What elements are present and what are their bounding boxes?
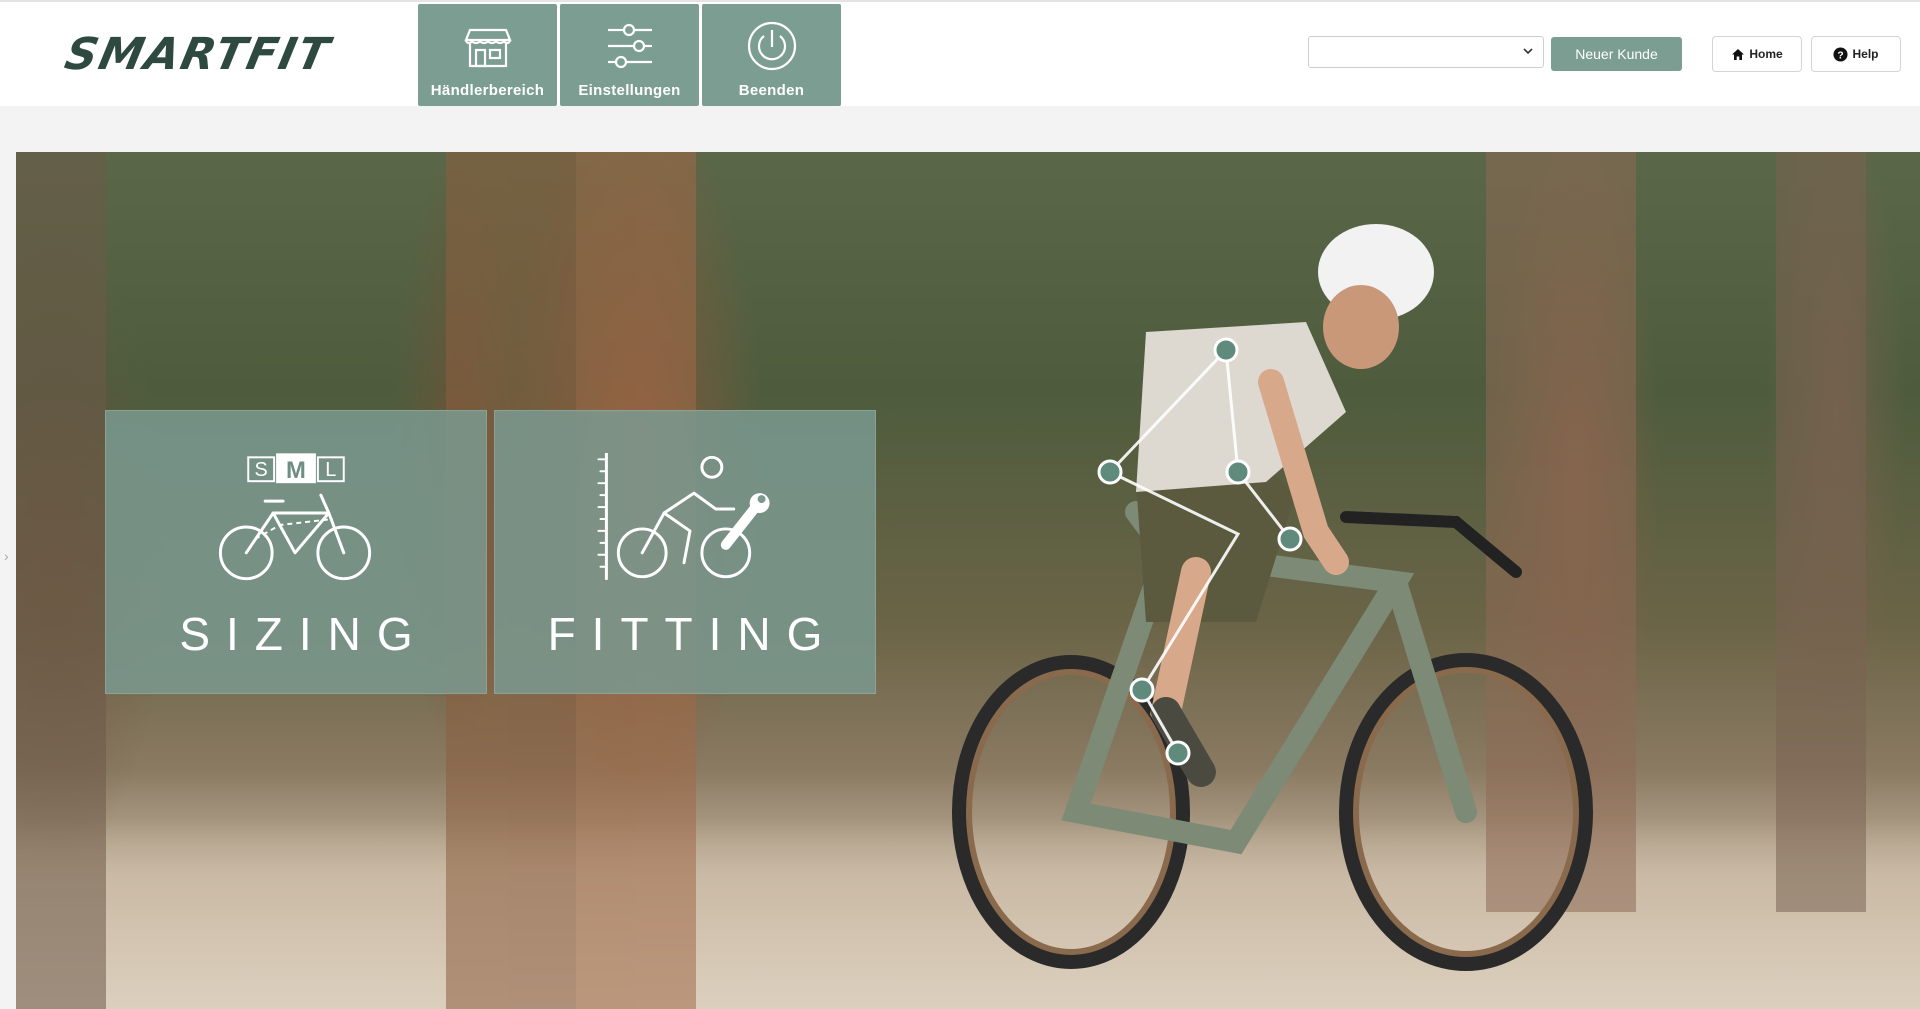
power-icon <box>747 21 796 71</box>
home-icon <box>1732 48 1745 60</box>
bike-fit-icon <box>597 453 770 581</box>
new-customer-button[interactable]: Neuer Kunde <box>1551 37 1682 71</box>
sidebar-toggle-icon[interactable]: › <box>4 548 9 564</box>
home-label: Home <box>1749 47 1783 61</box>
nav-haendlerbereich-label: Händlerbereich <box>430 82 545 99</box>
sizing-tile[interactable]: S M L SIZING <box>105 410 487 694</box>
fitting-label: FITTING <box>547 608 839 660</box>
help-button[interactable]: ? Help <box>1811 36 1901 72</box>
size-l-label: L <box>325 459 336 481</box>
nav-haendlerbereich-button[interactable]: Händlerbereich <box>418 4 557 106</box>
svg-text:?: ? <box>1838 50 1844 61</box>
home-button[interactable]: Home <box>1712 36 1802 72</box>
size-m-label: M <box>286 457 306 484</box>
help-label: Help <box>1852 47 1879 61</box>
smartfit-logo[interactable]: SMARTFIT <box>61 29 336 80</box>
fitting-tile[interactable]: FITTING <box>494 410 876 694</box>
nav-beenden-label: Beenden <box>738 82 805 99</box>
customer-select[interactable] <box>1308 36 1544 68</box>
logo-text: SMARTFIT <box>60 28 336 80</box>
bike-size-icon: S M L <box>218 453 372 581</box>
main-nav: Händlerbereich Einstellungen Beenden <box>418 4 841 106</box>
sizing-label: SIZING <box>179 608 429 660</box>
nav-beenden-button[interactable]: Beenden <box>702 4 841 106</box>
nav-einstellungen-button[interactable]: Einstellungen <box>560 4 699 106</box>
size-s-label: S <box>255 459 268 481</box>
sliders-icon <box>607 23 652 69</box>
nav-einstellungen-label: Einstellungen <box>578 82 681 99</box>
top-bar: SMARTFIT Händlerbereich Einstellungen Be… <box>0 0 1920 106</box>
hero-banner: S M L SIZING FITTING <box>16 152 1920 1009</box>
store-icon <box>463 28 512 68</box>
chevron-down-icon <box>1523 48 1533 55</box>
question-circle-icon: ? <box>1833 46 1849 62</box>
